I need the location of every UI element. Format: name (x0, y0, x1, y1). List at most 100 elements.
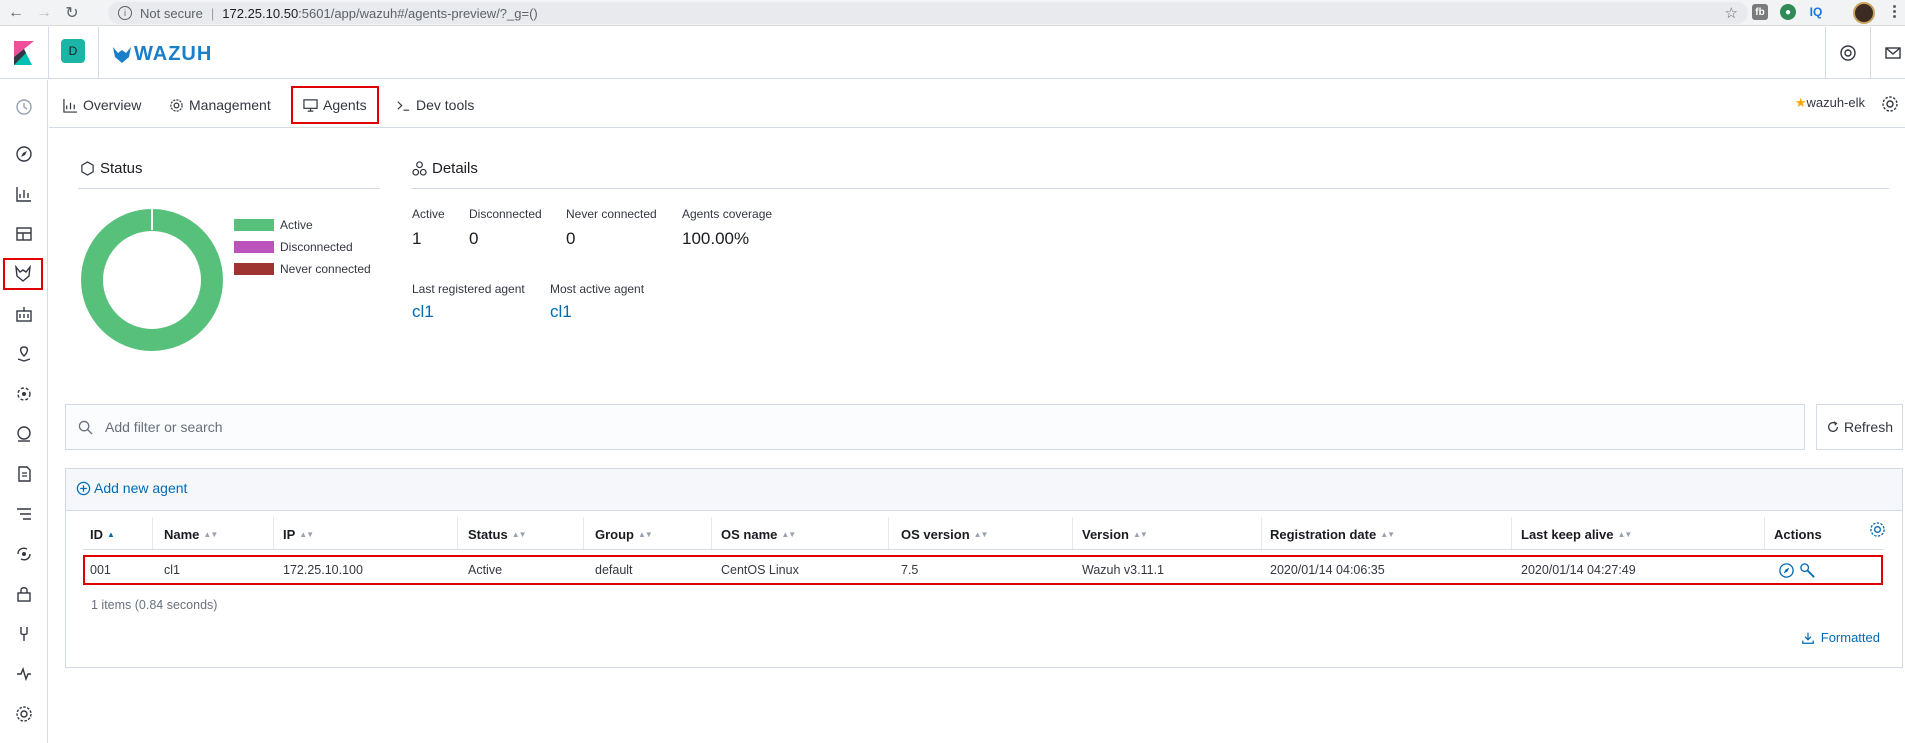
infrastructure-icon[interactable] (13, 423, 35, 445)
browser-toolbar: ← → ↻ i Not secure | 172.25.10.50 :5601/… (0, 0, 1905, 26)
stat-value: 1 (412, 229, 422, 248)
api-name: wazuh-elk (1806, 95, 1865, 110)
column-divider (1511, 517, 1512, 549)
column-header-last-keep-alive[interactable]: Last keep alive ▲▼ (1521, 527, 1633, 542)
bookmark-star-icon[interactable]: ☆ (1725, 4, 1738, 22)
url-host: 172.25.10.50 (222, 5, 299, 21)
column-header-registration-date[interactable]: Registration date ▲▼ (1270, 527, 1395, 542)
ml-icon[interactable] (13, 383, 35, 405)
column-header-version[interactable]: Version ▲▼ (1082, 527, 1148, 542)
column-header-id[interactable]: ID ▲ (90, 527, 115, 542)
maps-icon[interactable] (13, 343, 35, 365)
details-title-text: Details (432, 160, 478, 177)
siem-icon[interactable] (13, 583, 35, 605)
logs-icon[interactable] (13, 463, 35, 485)
security-label: Not secure (140, 5, 203, 21)
visualize-icon[interactable] (13, 183, 35, 205)
dashboard-icon[interactable] (13, 223, 35, 245)
refresh-button[interactable]: Refresh (1816, 404, 1903, 450)
extension-globe-icon[interactable]: ● (1780, 4, 1796, 20)
extension-icon[interactable]: fb (1752, 4, 1768, 20)
add-new-agent-link[interactable]: Add new agent (76, 480, 187, 496)
column-header-os-name[interactable]: OS name ▲▼ (721, 527, 796, 542)
tab-overview[interactable]: Overview (63, 92, 141, 118)
table-header-divider (83, 549, 1883, 550)
settings-gear-icon[interactable] (1881, 95, 1899, 113)
cell-status: Active (468, 563, 503, 577)
configuration-wrench-icon[interactable] (1799, 562, 1816, 579)
status-title-text: Status (100, 160, 143, 177)
table-settings-gear-icon[interactable] (1869, 521, 1886, 538)
column-header-group[interactable]: Group ▲▼ (595, 527, 653, 542)
legend-item-disconnected[interactable]: Disconnected (234, 236, 371, 258)
column-header-name[interactable]: Name ▲▼ (164, 527, 218, 542)
tab-agents[interactable]: Agents (291, 86, 379, 124)
kibana-logo-icon[interactable] (12, 41, 34, 65)
tab-label: Overview (83, 97, 142, 113)
help-icon[interactable] (1839, 44, 1857, 62)
profile-avatar[interactable] (1853, 2, 1875, 24)
sort-icon: ▲▼ (299, 530, 314, 539)
stat-agents-coverage: Agents coverage 100.00% (682, 207, 772, 249)
canvas-icon[interactable] (13, 303, 35, 325)
sort-icon: ▲▼ (1380, 530, 1395, 539)
stat-never-connected: Never connected 0 (566, 207, 657, 249)
wazuh-logo[interactable]: WAZUH (112, 43, 212, 66)
last-registered-link[interactable]: cl1 (412, 302, 525, 322)
dev-tools-icon[interactable] (13, 623, 35, 645)
apm-icon[interactable] (13, 503, 35, 525)
column-label: Version (1082, 527, 1129, 542)
mail-icon[interactable] (1884, 44, 1902, 62)
management-gear-icon[interactable] (13, 703, 35, 725)
column-header-status[interactable]: Status ▲▼ (468, 527, 527, 542)
active-slice (81, 209, 223, 351)
stat-value: 0 (469, 229, 479, 248)
legend-label: Disconnected (280, 240, 353, 254)
sort-icon: ▲▼ (1617, 530, 1633, 539)
uptime-icon[interactable] (13, 543, 35, 565)
column-header-ip[interactable]: IP ▲▼ (283, 527, 314, 542)
wazuh-app-icon[interactable] (3, 258, 43, 290)
header-divider (48, 27, 49, 79)
gear-icon (170, 98, 183, 112)
search-bar (65, 404, 1805, 450)
info-icon[interactable]: i (118, 6, 132, 20)
stat-label: Active (412, 207, 445, 221)
search-input[interactable] (105, 419, 1705, 435)
tab-dev-tools[interactable]: Dev tools (396, 92, 474, 118)
legend-swatch (234, 241, 274, 253)
space-avatar[interactable]: D (61, 39, 85, 63)
stat-label: Never connected (566, 207, 657, 221)
legend-item-active[interactable]: Active (234, 214, 371, 236)
reload-icon[interactable]: ↻ (60, 1, 84, 25)
formatted-export-button[interactable]: Formatted (1801, 630, 1880, 645)
legend-label: Active (280, 218, 313, 232)
discover-icon[interactable] (13, 143, 35, 165)
agents-table-panel: Add new agent ID ▲ Name ▲▼ IP ▲▼ Status ▲▼ G… (65, 468, 1903, 668)
legend-item-never-connected[interactable]: Never connected (234, 258, 371, 280)
monitoring-icon[interactable] (13, 663, 35, 685)
column-divider (888, 517, 889, 549)
recent-icon[interactable] (13, 96, 35, 118)
tab-management[interactable]: Management (169, 92, 271, 118)
tab-label: Management (189, 97, 271, 113)
most-active-link[interactable]: cl1 (550, 302, 644, 322)
column-header-os-version[interactable]: OS version ▲▼ (901, 527, 989, 542)
forward-icon[interactable]: → (32, 1, 56, 25)
cell-last-keep-alive: 2020/01/14 04:27:49 (1521, 563, 1636, 577)
url-path: :5601/app/wazuh#/agents-preview/?_g=() (298, 5, 538, 21)
monitor-icon (303, 98, 318, 112)
cell-registration-date: 2020/01/14 04:06:35 (1270, 563, 1385, 577)
column-divider (1072, 517, 1073, 549)
api-selector[interactable]: ★wazuh-elk (1795, 95, 1865, 111)
status-title: Status (80, 160, 143, 177)
sort-icon: ▲▼ (973, 530, 989, 539)
sort-icon: ▲▼ (511, 530, 527, 539)
browser-menu-icon[interactable] (1893, 3, 1897, 21)
stat-label: Agents coverage (682, 207, 773, 221)
stat-label: Most active agent (550, 282, 645, 296)
discover-compass-icon[interactable] (1778, 562, 1795, 579)
back-icon[interactable]: ← (4, 1, 28, 25)
address-bar[interactable]: i Not secure | 172.25.10.50 :5601/app/wa… (108, 2, 1748, 24)
extension-iq-icon[interactable]: IQ (1808, 4, 1824, 20)
